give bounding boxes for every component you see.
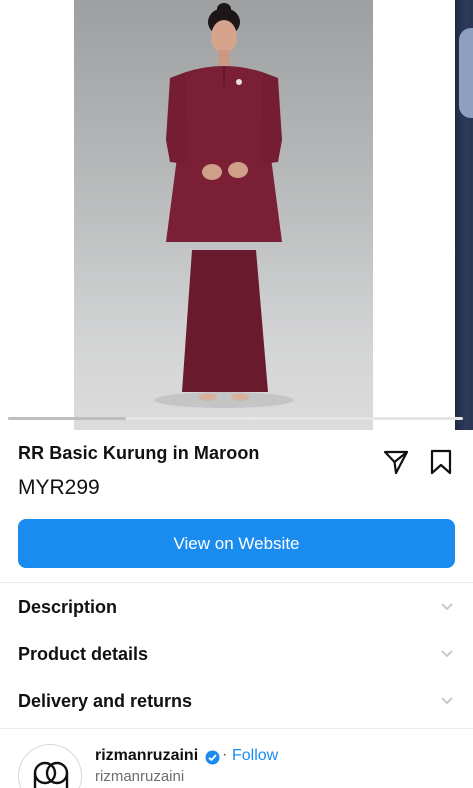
chevron-down-icon [441, 650, 453, 658]
seller-name[interactable]: rizmanruzaini [95, 747, 198, 765]
carousel-progress-track [8, 417, 463, 420]
section-divider [0, 582, 473, 583]
chevron-down-icon [441, 603, 453, 611]
accordion-product-details[interactable]: Product details [0, 631, 473, 677]
product-title: RR Basic Kurung in Maroon [18, 443, 260, 463]
accordion-label: Delivery and returns [18, 690, 193, 711]
rr-logo-icon [33, 761, 69, 788]
next-photo-hijab [459, 28, 473, 118]
bookmark-icon [430, 449, 452, 475]
verified-badge-icon [205, 750, 220, 765]
seller-avatar[interactable] [18, 744, 82, 788]
accordion-label: Product details [18, 643, 149, 664]
carousel-progress-fill [8, 417, 127, 420]
section-divider [0, 728, 473, 729]
share-button[interactable] [382, 448, 410, 476]
follow-button[interactable]: Follow [232, 747, 278, 765]
chevron-down-icon [441, 697, 453, 705]
paper-plane-icon [383, 450, 409, 475]
product-image-carousel[interactable] [0, 0, 473, 430]
seller-handle: rizmanruzaini [95, 768, 185, 785]
accordion-delivery-returns[interactable]: Delivery and returns [0, 678, 473, 724]
view-on-website-button[interactable]: View on Website [18, 519, 455, 568]
accordion-description[interactable]: Description [0, 584, 473, 630]
accordion-label: Description [18, 596, 118, 617]
product-price: MYR299 [18, 476, 100, 499]
model-figure [154, 3, 294, 408]
product-photo[interactable] [74, 0, 373, 430]
save-button[interactable] [428, 448, 454, 476]
next-product-photo[interactable] [455, 0, 473, 430]
separator-dot: · [222, 746, 228, 763]
